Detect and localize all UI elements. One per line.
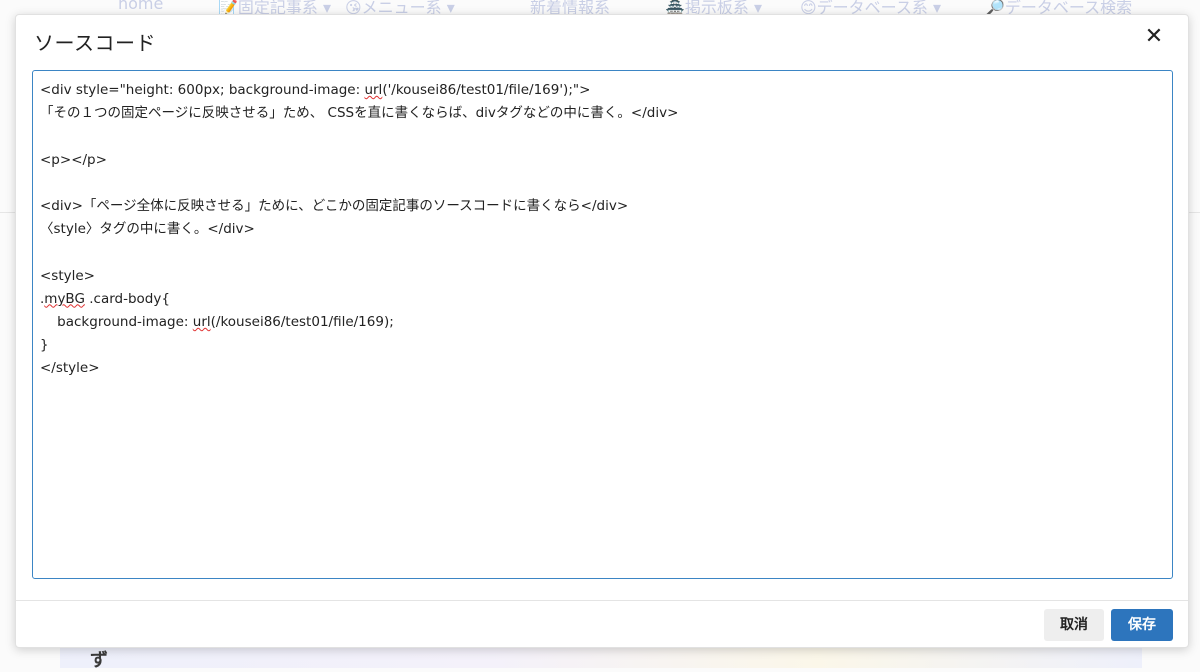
source-code-dialog: ソースコード ✕ <div style="height: 600px; back… [15, 14, 1189, 648]
editor-line: <p></p> [40, 151, 107, 168]
nav-home: home [118, 0, 164, 13]
editor-line: <div style="height: 600px; background-im… [40, 82, 591, 98]
editor-line: 〈style〉タグの中に書く。</div> [40, 221, 255, 238]
editor-line: } [40, 337, 49, 354]
save-button[interactable]: 保存 [1111, 609, 1173, 641]
editor-line: <div>「ページ全体に反映させる」ために、どこかの固定記事のソースコードに書く… [40, 197, 629, 214]
dialog-title: ソースコード [34, 31, 156, 55]
close-icon[interactable]: ✕ [1142, 25, 1166, 49]
source-code-editor[interactable]: <div style="height: 600px; background-im… [32, 70, 1173, 579]
editor-line: background-image: url(/kousei86/test01/f… [40, 313, 394, 330]
editor-line: </style> [40, 360, 100, 377]
editor-line: 「その１つの固定ページに反映させる」ため、 CSSを直に書くならば、divタグな… [40, 105, 679, 122]
editor-line: <style> [40, 267, 95, 284]
cancel-button[interactable]: 取消 [1044, 609, 1104, 641]
footer-divider [16, 600, 1188, 601]
background-glyph: ず [90, 650, 108, 671]
editor-line: .myBG .card-body{ [40, 290, 170, 307]
